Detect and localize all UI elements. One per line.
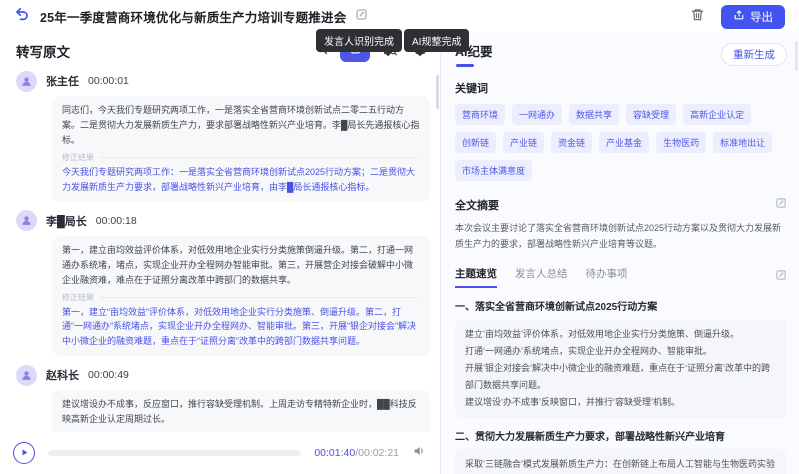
original-text[interactable]: 建议增设办不成事，反应窗口，推行容缺受理机制。上周走访专精特新企业时，██科技反… <box>62 397 420 427</box>
avatar <box>16 365 37 386</box>
keyword-tag[interactable]: 产业链 <box>503 132 544 153</box>
play-icon <box>20 444 29 462</box>
back-button[interactable] <box>14 6 30 27</box>
ai-format-tooltip: AI规整完成 <box>404 29 469 52</box>
volume-button[interactable] <box>412 444 426 463</box>
current-time: 00:01:40 <box>314 447 355 459</box>
keyword-tag[interactable]: 市场主体满意度 <box>455 160 532 181</box>
section-point: 采取‘三链融合’模式发展新质生产力：在创新链上布局人工智能与生物医药实验室，在产… <box>465 456 777 474</box>
correction-divider: 修正结果 <box>62 292 420 303</box>
play-button[interactable] <box>13 442 35 464</box>
speaker-name: 李█局长 <box>46 213 87 229</box>
transcript-panel: 转写原文 <box>0 33 441 474</box>
original-text[interactable]: 第一，建立亩均效益评价体系，对低效用地企业实行分类施策倒逼升级。第二，打通一网通… <box>62 243 420 288</box>
keyword-tag[interactable]: 产业基金 <box>599 132 649 153</box>
avatar <box>16 210 37 231</box>
delete-button[interactable] <box>690 7 705 27</box>
ai-minutes-panel: AI纪要 重新生成 关键词 营商环境 一网通办 数据共享 容缺受理 高新企业认定… <box>441 33 799 474</box>
segment-card: 同志们，今天我们专题研究两项工作，一是落实全省营商环境创新试点二零二五行动方案。… <box>52 96 430 202</box>
tab-topic-overview[interactable]: 主题速览 <box>455 266 497 288</box>
section-point: 建议增设‘办不成事’反映窗口，并推行‘容缺受理’机制。 <box>465 394 777 411</box>
keyword-tag[interactable]: 高新企业认定 <box>683 104 751 125</box>
title-edit-button[interactable] <box>355 8 368 26</box>
correction-label: 修正结果 <box>62 292 94 303</box>
dotted-divider <box>100 157 420 158</box>
correction-label: 修正结果 <box>62 152 94 163</box>
tabs-edit-button[interactable] <box>775 268 787 286</box>
dotted-divider <box>100 297 420 298</box>
summary-header: 全文摘要 <box>455 196 787 214</box>
topbar: 25年一季度营商环境优化与新质生产力培训专题推进会 导出 <box>0 0 799 33</box>
original-text[interactable]: 同志们，今天我们专题研究两项工作，一是落实全省营商环境创新试点二零二五行动方案。… <box>62 103 420 148</box>
speaker-name: 赵科长 <box>46 367 79 383</box>
keywords-label: 关键词 <box>455 80 787 96</box>
audio-player: 00:01:40/00:02:21 <box>0 432 439 474</box>
volume-icon <box>412 444 426 463</box>
page-title: 25年一季度营商环境优化与新质生产力培训专题推进会 <box>40 7 346 26</box>
section-heading: 二、贯彻大力发展新质生产力要求，部署战略性新兴产业培育 <box>455 428 787 443</box>
speaker-recognition-tooltip: 发言人识别完成 <box>316 29 402 52</box>
segment-timestamp[interactable]: 00:00:18 <box>96 215 137 227</box>
section-heading: 一、落实全省营商环境创新试点2025行动方案 <box>455 298 787 313</box>
edit-icon <box>355 8 368 26</box>
minutes-scrollbar[interactable] <box>795 41 798 71</box>
section-card: 建立‘亩均效益’评价体系，对低效用地企业实行分类施策、倒逼升级。 打通‘一网通办… <box>455 319 787 418</box>
segment-header: 张主任 00:00:01 <box>16 70 430 92</box>
segment-card: 第一，建立亩均效益评价体系，对低效用地企业实行分类施策倒逼升级。第二，打通一网通… <box>52 236 430 357</box>
segment-timestamp[interactable]: 00:00:01 <box>88 75 129 87</box>
tab-todo-items[interactable]: 待办事项 <box>586 266 628 288</box>
tab-speaker-summary[interactable]: 发言人总结 <box>515 266 568 288</box>
minutes-tabs: 主题速览 发言人总结 待办事项 <box>455 266 787 288</box>
export-label: 导出 <box>750 9 773 25</box>
corrected-text[interactable]: 今天我们专题研究两项工作：一是落实全省营商环境创新试点2025行动方案；二是贯彻… <box>62 165 420 195</box>
edit-icon <box>775 268 787 286</box>
export-icon <box>733 9 745 24</box>
transcript-scrollbar[interactable] <box>436 75 439 109</box>
edit-icon <box>775 196 787 214</box>
transcript-segments: 张主任 00:00:01 同志们，今天我们专题研究两项工作，一是落实全省营商环境… <box>0 70 440 474</box>
minutes-header: AI纪要 重新生成 <box>455 41 787 67</box>
correction-divider: 修正结果 <box>62 152 420 163</box>
keyword-tag[interactable]: 营商环境 <box>455 104 505 125</box>
section-card: 采取‘三链融合’模式发展新质生产力：在创新链上布局人工智能与生物医药实验室，在产… <box>455 449 787 474</box>
summary-label: 全文摘要 <box>455 197 499 213</box>
keyword-tag[interactable]: 标准地出让 <box>713 132 772 153</box>
back-icon <box>14 6 30 27</box>
keyword-tag[interactable]: 一网通办 <box>512 104 562 125</box>
section-point: 建立‘亩均效益’评价体系，对低效用地企业实行分类施策、倒逼升级。 <box>465 326 777 343</box>
section-point: 打通‘一网通办’系统堵点，实现企业开办全程网办、智能审批。 <box>465 343 777 360</box>
transcript-title: 转写原文 <box>16 41 70 61</box>
section-point: 开展‘银企对接会’解决中小微企业的融资难题，重点在于‘证照分离’改革中的跨部门数… <box>465 360 777 394</box>
trash-icon <box>690 7 705 27</box>
segment-header: 李█局长 00:00:18 <box>16 210 430 232</box>
keyword-tag[interactable]: 资金链 <box>551 132 592 153</box>
avatar <box>16 71 37 92</box>
export-button[interactable]: 导出 <box>721 5 785 29</box>
regenerate-button[interactable]: 重新生成 <box>721 43 787 66</box>
keyword-tag[interactable]: 容缺受理 <box>626 104 676 125</box>
segment-header: 赵科长 00:00:49 <box>16 364 430 386</box>
keyword-tag[interactable]: 生物医药 <box>656 132 706 153</box>
summary-text: 本次会议主要讨论了落实全省营商环境创新试点2025行动方案以及贯彻大力发展新质生… <box>455 221 787 253</box>
keyword-tag[interactable]: 创新链 <box>455 132 496 153</box>
main-content: 转写原文 <box>0 33 799 474</box>
meeting-transcript-app: 25年一季度营商环境优化与新质生产力培训专题推进会 导出 <box>0 0 799 474</box>
playback-time: 00:01:40/00:02:21 <box>314 447 399 459</box>
total-time: 00:02:21 <box>358 447 399 459</box>
keyword-tags: 营商环境 一网通办 数据共享 容缺受理 高新企业认定 创新链 产业链 资金链 产… <box>455 104 787 181</box>
transcript-segment: 张主任 00:00:01 同志们，今天我们专题研究两项工作，一是落实全省营商环境… <box>16 70 430 202</box>
summary-edit-button[interactable] <box>775 196 787 214</box>
keyword-tag[interactable]: 数据共享 <box>569 104 619 125</box>
corrected-text[interactable]: 第一，建立“亩均效益”评价体系，对低效用地企业实行分类施策、倒逼升级。第二，打通… <box>62 305 420 350</box>
speaker-name: 张主任 <box>46 73 79 89</box>
segment-timestamp[interactable]: 00:00:49 <box>88 369 129 381</box>
transcript-segment: 李█局长 00:00:18 第一，建立亩均效益评价体系，对低效用地企业实行分类施… <box>16 210 430 357</box>
progress-bar[interactable] <box>48 450 301 456</box>
